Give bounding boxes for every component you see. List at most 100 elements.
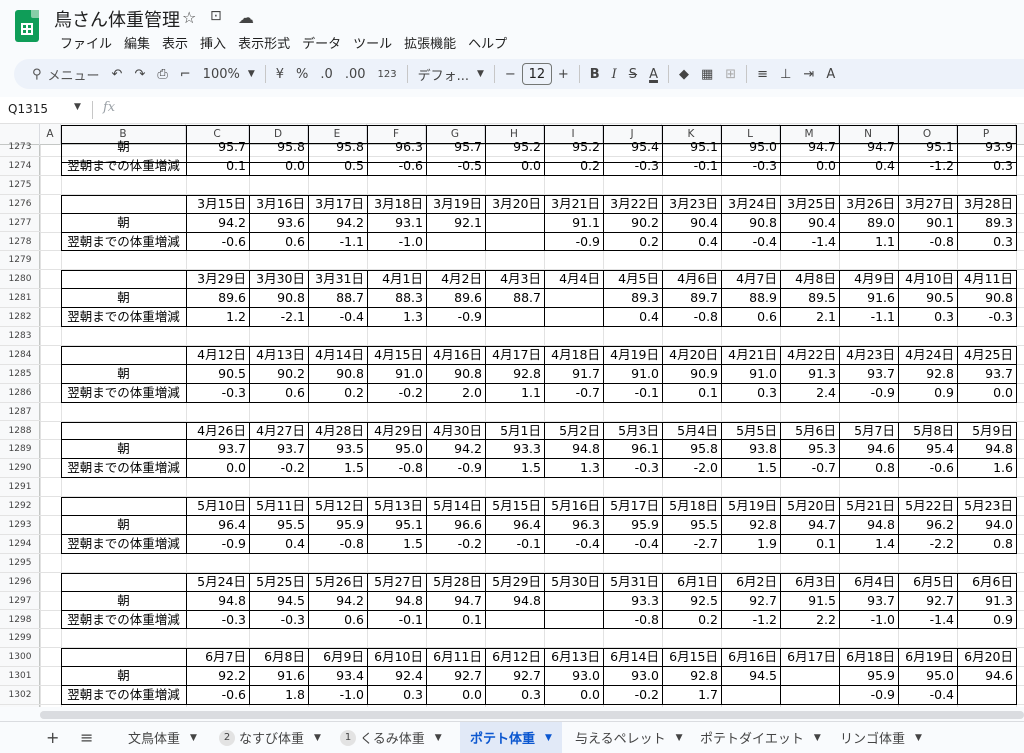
change-cell[interactable]: -2.1 (249, 308, 308, 327)
weight-cell[interactable]: 94.2 (308, 214, 367, 233)
change-cell[interactable]: -0.4 (721, 233, 780, 252)
weight-cell[interactable]: 94.0 (957, 516, 1016, 535)
weight-cell[interactable]: 95.5 (249, 516, 308, 535)
menu-item[interactable]: ヘルプ (462, 31, 513, 54)
date-cell[interactable]: 5月25日 (249, 573, 308, 592)
date-cell[interactable]: 5月22日 (898, 497, 957, 516)
label-weight-change[interactable]: 翌朝までの体重増減 (61, 611, 186, 630)
weight-cell[interactable]: 94.8 (544, 440, 603, 459)
date-cell[interactable]: 5月9日 (957, 422, 1016, 441)
date-cell[interactable]: 5月19日 (721, 497, 780, 516)
change-cell[interactable]: 1.5 (367, 535, 426, 554)
change-cell[interactable]: -1.0 (367, 233, 426, 252)
change-cell[interactable]: 1.8 (249, 686, 308, 705)
change-cell[interactable]: 0.2 (603, 233, 662, 252)
date-cell[interactable]: 3月24日 (721, 195, 780, 214)
cloud-saved-icon[interactable]: ☁ (238, 8, 254, 27)
change-cell[interactable]: -2.2 (898, 535, 957, 554)
date-cell[interactable]: 4月29日 (367, 422, 426, 441)
weight-cell[interactable] (780, 667, 839, 686)
change-cell[interactable]: 0.3 (367, 686, 426, 705)
row-header[interactable]: 1275 (0, 176, 40, 195)
change-cell[interactable]: 0.4 (839, 157, 898, 176)
weight-cell[interactable]: 92.7 (898, 592, 957, 611)
change-cell[interactable]: -1.4 (780, 233, 839, 252)
weight-cell[interactable]: 90.8 (957, 289, 1016, 308)
change-cell[interactable]: 1.4 (839, 535, 898, 554)
date-cell[interactable]: 3月28日 (957, 195, 1016, 214)
change-cell[interactable]: 2.4 (780, 384, 839, 403)
change-cell[interactable]: -0.1 (603, 384, 662, 403)
label-weight-change[interactable]: 翌朝までの体重増減 (61, 233, 186, 252)
weight-cell[interactable]: 95.4 (898, 440, 957, 459)
change-cell[interactable]: -0.2 (426, 535, 485, 554)
document-title[interactable]: 鳥さん体重管理 (54, 6, 180, 32)
chevron-down-icon[interactable]: ▼ (314, 733, 321, 743)
change-cell[interactable]: 0.2 (544, 157, 603, 176)
date-cell[interactable]: 3月15日 (186, 195, 249, 214)
horizontal-scrollbar[interactable] (40, 711, 1024, 719)
date-cell[interactable]: 6月12日 (485, 648, 544, 667)
row-header[interactable]: 1295 (0, 554, 40, 573)
weight-cell[interactable]: 96.3 (367, 138, 426, 157)
change-cell[interactable]: -0.6 (186, 686, 249, 705)
weight-cell[interactable]: 88.3 (367, 289, 426, 308)
sheet-tab[interactable]: 1 くるみ体重 ▼ (330, 722, 452, 753)
date-cell[interactable]: 6月6日 (957, 573, 1016, 592)
weight-cell[interactable]: 93.9 (957, 138, 1016, 157)
weight-cell[interactable]: 96.3 (544, 516, 603, 535)
label-weight-change[interactable]: 翌朝までの体重増減 (61, 686, 186, 705)
weight-cell[interactable]: 95.1 (662, 138, 721, 157)
row-header[interactable]: 1291 (0, 478, 40, 498)
weight-cell[interactable]: 91.0 (603, 365, 662, 384)
date-cell[interactable]: 6月8日 (249, 648, 308, 667)
change-cell[interactable]: 1.5 (721, 459, 780, 478)
change-cell[interactable]: -1.2 (721, 611, 780, 630)
row-header[interactable]: 1299 (0, 629, 40, 649)
paint-format-icon[interactable]: ⌐ (174, 62, 197, 86)
change-cell[interactable]: 0.1 (662, 384, 721, 403)
label-morning[interactable]: 朝 (61, 365, 186, 384)
menu-item[interactable]: 編集 (118, 31, 156, 54)
date-cell[interactable]: 4月5日 (603, 270, 662, 289)
date-cell[interactable]: 5月3日 (603, 422, 662, 441)
date-cell[interactable]: 6月9日 (308, 648, 367, 667)
date-cell[interactable]: 4月1日 (367, 270, 426, 289)
weight-cell[interactable]: 91.3 (780, 365, 839, 384)
change-cell[interactable]: -1.1 (839, 308, 898, 327)
menu-item[interactable]: データ (296, 31, 347, 54)
date-cell[interactable]: 5月16日 (544, 497, 603, 516)
date-cell[interactable]: 6月1日 (662, 573, 721, 592)
change-cell[interactable]: -0.8 (308, 535, 367, 554)
row-header[interactable]: 1292 (0, 497, 40, 516)
date-cell[interactable]: 4月28日 (308, 422, 367, 441)
date-cell[interactable]: 4月19日 (603, 346, 662, 365)
date-cell[interactable]: 3月18日 (367, 195, 426, 214)
change-cell[interactable]: -0.1 (485, 535, 544, 554)
row-header[interactable]: 1282 (0, 308, 40, 327)
change-cell[interactable]: -0.3 (186, 384, 249, 403)
sheet-tab[interactable]: 与えるペレット ▼ (565, 722, 693, 753)
date-cell[interactable]: 4月26日 (186, 422, 249, 441)
date-cell[interactable]: 5月28日 (426, 573, 485, 592)
fill-color-icon[interactable]: ◆ (673, 62, 695, 86)
undo-icon[interactable]: ↶ (106, 62, 129, 86)
change-cell[interactable]: 2.0 (426, 384, 485, 403)
weight-cell[interactable]: 95.0 (367, 440, 426, 459)
change-cell[interactable]: -0.7 (780, 459, 839, 478)
weight-cell[interactable]: 88.7 (485, 289, 544, 308)
weight-cell[interactable] (544, 289, 603, 308)
row-header[interactable]: 1302 (0, 686, 40, 705)
weight-cell[interactable]: 96.2 (898, 516, 957, 535)
star-icon[interactable]: ☆ (182, 8, 196, 27)
weight-cell[interactable]: 95.0 (721, 138, 780, 157)
date-cell[interactable]: 6月19日 (898, 648, 957, 667)
row-header[interactable]: 1280 (0, 270, 40, 290)
weight-cell[interactable]: 94.2 (426, 440, 485, 459)
date-cell[interactable]: 4月15日 (367, 346, 426, 365)
change-cell[interactable]: 0.6 (721, 308, 780, 327)
label-morning[interactable]: 朝 (61, 516, 186, 535)
change-cell[interactable]: 2.1 (780, 308, 839, 327)
label-weight-change[interactable]: 翌朝までの体重増減 (61, 157, 186, 176)
change-cell[interactable]: -0.8 (898, 233, 957, 252)
